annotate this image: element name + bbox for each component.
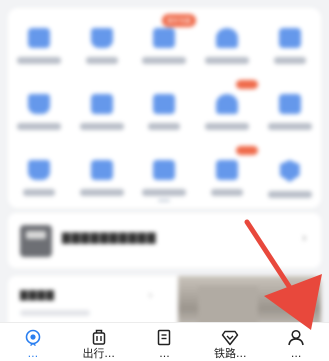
service-item[interactable]: [196, 146, 259, 210]
service-item-label: [85, 57, 118, 64]
service-item-label: [79, 123, 124, 130]
service-badge: [236, 80, 259, 89]
suitcase-icon: [216, 28, 239, 48]
service-item-label: [142, 57, 187, 64]
tab-railway[interactable]: 铁路...: [197, 323, 263, 361]
chevron-right-icon: ›: [301, 231, 307, 246]
service-item-label: [267, 191, 312, 198]
promo-banner[interactable]: ▇▇▇▇▇▇▇▇▇▇ ›: [8, 213, 321, 268]
tab-trips-label: 出行...: [82, 347, 115, 360]
tab-home[interactable]: ...: [0, 323, 66, 361]
mail-icon: [216, 160, 239, 180]
tab-orders-label: ...: [159, 347, 170, 360]
mail-icon: [216, 94, 239, 114]
service-item-label: [205, 57, 250, 64]
service-item-label: [267, 123, 312, 130]
service-item-label: [142, 189, 187, 196]
gift-icon: [28, 160, 51, 180]
clipboard-icon: [153, 94, 176, 114]
luggage-icon: [92, 329, 105, 345]
promo-thumbnail: [20, 225, 52, 257]
mountain-icon: [28, 94, 51, 114]
screen-icon: [90, 160, 113, 180]
person-icon: [278, 94, 301, 114]
service-item[interactable]: [71, 154, 134, 210]
app-screen: 青年专属 ▇▇▇▇▇▇▇▇▇▇ › ▇▇▇▇ › ... 出行... ... 铁…: [0, 0, 329, 361]
service-item-label: [17, 123, 62, 130]
train-icon: [278, 28, 301, 48]
tab-orders[interactable]: ...: [132, 323, 198, 361]
service-item[interactable]: [196, 80, 259, 144]
folder-icon: [90, 28, 113, 48]
calendar-icon: [28, 28, 51, 48]
chart-icon: [90, 94, 113, 114]
chevron-right-icon: ›: [148, 288, 153, 302]
service-item-label: [23, 189, 56, 196]
service-item[interactable]: [8, 154, 71, 210]
ticket-icon: [153, 28, 176, 48]
service-item-label: [205, 123, 250, 130]
service-item[interactable]: [8, 22, 71, 78]
document-icon: [158, 329, 171, 346]
service-item-label: [17, 57, 62, 64]
user-icon: [288, 329, 304, 346]
promo-text: ▇▇▇▇▇▇▇▇▇▇: [62, 231, 157, 244]
service-item-label: [273, 57, 306, 64]
service-item[interactable]: [258, 154, 321, 210]
service-item[interactable]: [258, 22, 321, 78]
service-badge: [236, 146, 259, 155]
tab-profile[interactable]: ...: [263, 323, 329, 361]
tab-home-label: ...: [27, 347, 39, 360]
service-item-label: [211, 189, 244, 196]
services-card: 青年专属: [8, 8, 321, 208]
service-item[interactable]: [71, 22, 134, 78]
service-item-label: [148, 123, 181, 130]
lower-card-title: ▇▇▇▇: [20, 290, 55, 301]
tab-railway-label: 铁路...: [214, 347, 247, 360]
service-item[interactable]: [196, 22, 259, 78]
service-item[interactable]: 青年专属: [133, 14, 196, 78]
shield-icon: [279, 160, 300, 182]
cart-icon: [153, 160, 176, 180]
services-grid: 青年专属: [8, 14, 321, 210]
service-item-label: [79, 189, 124, 196]
diamond-icon: [222, 330, 239, 346]
service-item[interactable]: [258, 88, 321, 144]
tab-trips[interactable]: 出行...: [66, 323, 132, 361]
tab-profile-label: ...: [290, 347, 302, 360]
lower-card-subtitle: [20, 310, 90, 316]
service-item[interactable]: [133, 88, 196, 144]
service-item[interactable]: [8, 88, 71, 144]
page-indicator: [158, 199, 170, 202]
service-item[interactable]: [71, 88, 134, 144]
home-icon: [25, 329, 41, 346]
service-badge: 青年专属: [161, 14, 196, 27]
bottom-tab-bar: ... 出行... ... 铁路... ...: [0, 322, 329, 361]
